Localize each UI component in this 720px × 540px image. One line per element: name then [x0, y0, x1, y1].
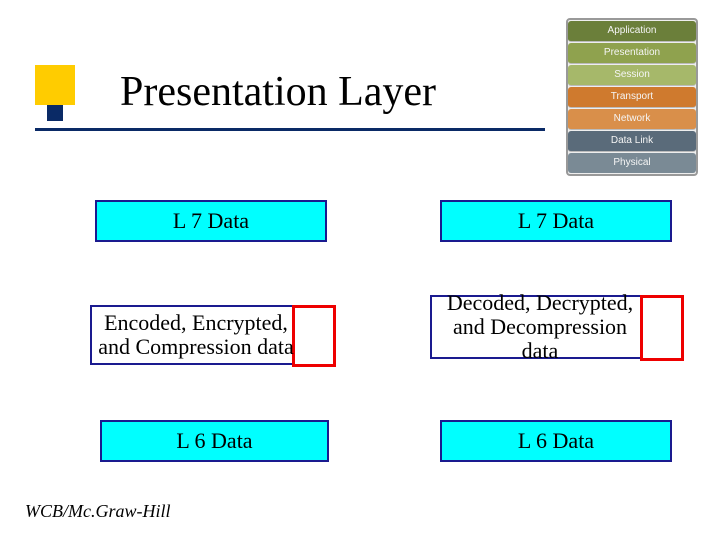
slide: Presentation Layer Application Presentat… [0, 0, 720, 540]
decor-square-navy [47, 105, 63, 121]
box-decoded-right-label: Decoded, Decrypted, and Decompression da… [432, 291, 682, 364]
box-l6-data-right: L 6 Data [440, 420, 672, 462]
box-l7-data-left: L 7 Data [95, 200, 327, 242]
footer-credit: WCB/Mc.Graw-Hill [25, 501, 171, 522]
osi-layer-network: Network [568, 109, 696, 130]
box-l6-data-right-label: L 6 Data [518, 428, 594, 454]
osi-layer-session: Session [568, 65, 696, 86]
osi-layer-application: Application [568, 21, 696, 42]
osi-layer-transport: Transport [568, 87, 696, 108]
box-decoded-right: Decoded, Decrypted, and Decompression da… [430, 295, 684, 359]
box-encoded-left: Encoded, Encrypted, and Compression data [90, 305, 336, 365]
slide-title: Presentation Layer [120, 68, 436, 116]
box-l7-data-right: L 7 Data [440, 200, 672, 242]
osi-layer-datalink: Data Link [568, 131, 696, 152]
osi-layer-presentation: Presentation [568, 43, 696, 64]
osi-stack: Application Presentation Session Transpo… [566, 18, 698, 176]
box-l6-data-left-label: L 6 Data [176, 428, 252, 454]
decor-square-yellow [35, 65, 75, 105]
box-l6-data-left: L 6 Data [100, 420, 329, 462]
osi-layer-physical: Physical [568, 153, 696, 173]
box-l7-data-right-label: L 7 Data [518, 208, 594, 234]
box-l7-data-left-label: L 7 Data [173, 208, 249, 234]
box-encoded-left-label: Encoded, Encrypted, and Compression data [92, 311, 334, 359]
title-underline [35, 128, 545, 131]
